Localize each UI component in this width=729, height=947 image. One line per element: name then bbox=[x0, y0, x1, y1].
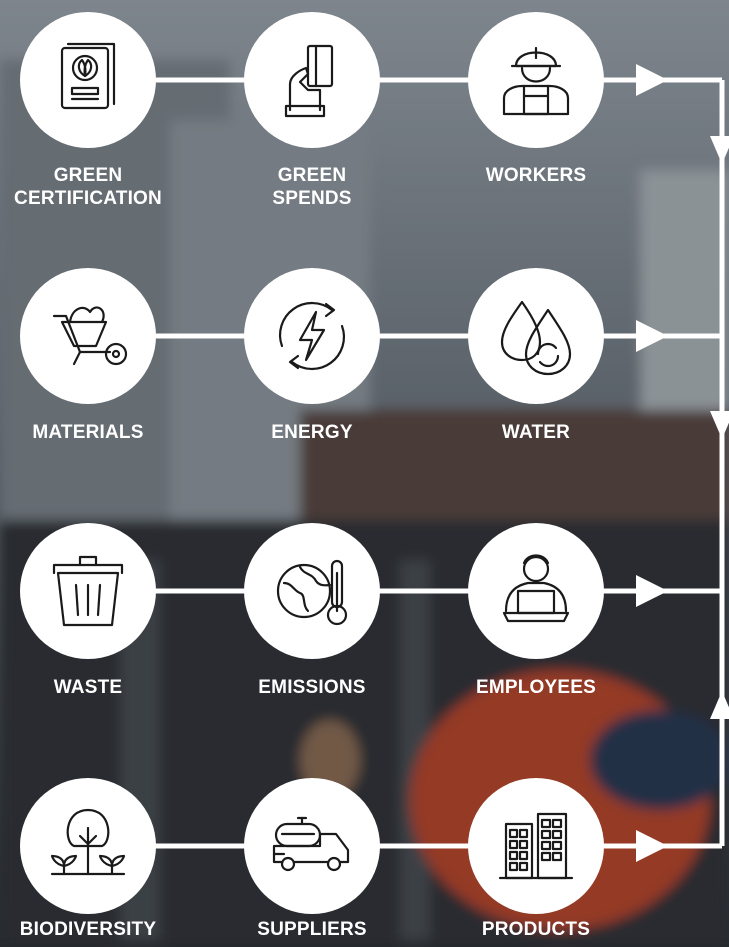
node-label-line: GREEN bbox=[53, 165, 123, 186]
row-arrow-head bbox=[636, 64, 668, 96]
row-arrow-head bbox=[636, 830, 668, 862]
node-label: EMPLOYEES bbox=[436, 676, 636, 699]
node-label-line: MATERIALS bbox=[32, 422, 144, 443]
node-label-line: CERTIFICATION bbox=[14, 188, 162, 209]
node-label-line: EMISSIONS bbox=[258, 677, 366, 698]
node-label-line: WORKERS bbox=[485, 165, 587, 186]
node-circle bbox=[20, 268, 156, 404]
node-label: WATER bbox=[436, 421, 636, 444]
node-label: BIODIVERSITY bbox=[0, 918, 188, 941]
node-label: WORKERS bbox=[436, 164, 636, 187]
node-label-line: PRODUCTS bbox=[481, 919, 591, 940]
node-circle bbox=[468, 268, 604, 404]
node-label-line: WASTE bbox=[53, 677, 123, 698]
node-label: WASTE bbox=[0, 676, 188, 699]
row-arrow-head bbox=[636, 320, 668, 352]
node-label-line: ENERGY bbox=[271, 422, 353, 443]
node-circle bbox=[244, 12, 380, 148]
node-label-line: WATER bbox=[501, 422, 571, 443]
node-label-line: EMPLOYEES bbox=[475, 677, 597, 698]
node-label: GREEN SPENDS bbox=[212, 164, 412, 210]
node-label: EMISSIONS bbox=[212, 676, 412, 699]
node-label-line: BIODIVERSITY bbox=[19, 919, 157, 940]
node-circle bbox=[244, 268, 380, 404]
node-circle bbox=[468, 778, 604, 914]
node-label: GREEN CERTIFICATION bbox=[0, 164, 188, 210]
node-label: ENERGY bbox=[212, 421, 412, 444]
node-label-line: SPENDS bbox=[272, 188, 352, 209]
node-circle bbox=[244, 523, 380, 659]
node-label-line: GREEN bbox=[277, 165, 347, 186]
node-label: PRODUCTS bbox=[436, 918, 636, 941]
flow-diagram bbox=[20, 12, 729, 914]
node-circle bbox=[468, 12, 604, 148]
node-label: MATERIALS bbox=[0, 421, 188, 444]
node-label-line: SUPPLIERS bbox=[257, 919, 367, 940]
node-label: SUPPLIERS bbox=[212, 918, 412, 941]
row-arrow-head bbox=[636, 575, 668, 607]
